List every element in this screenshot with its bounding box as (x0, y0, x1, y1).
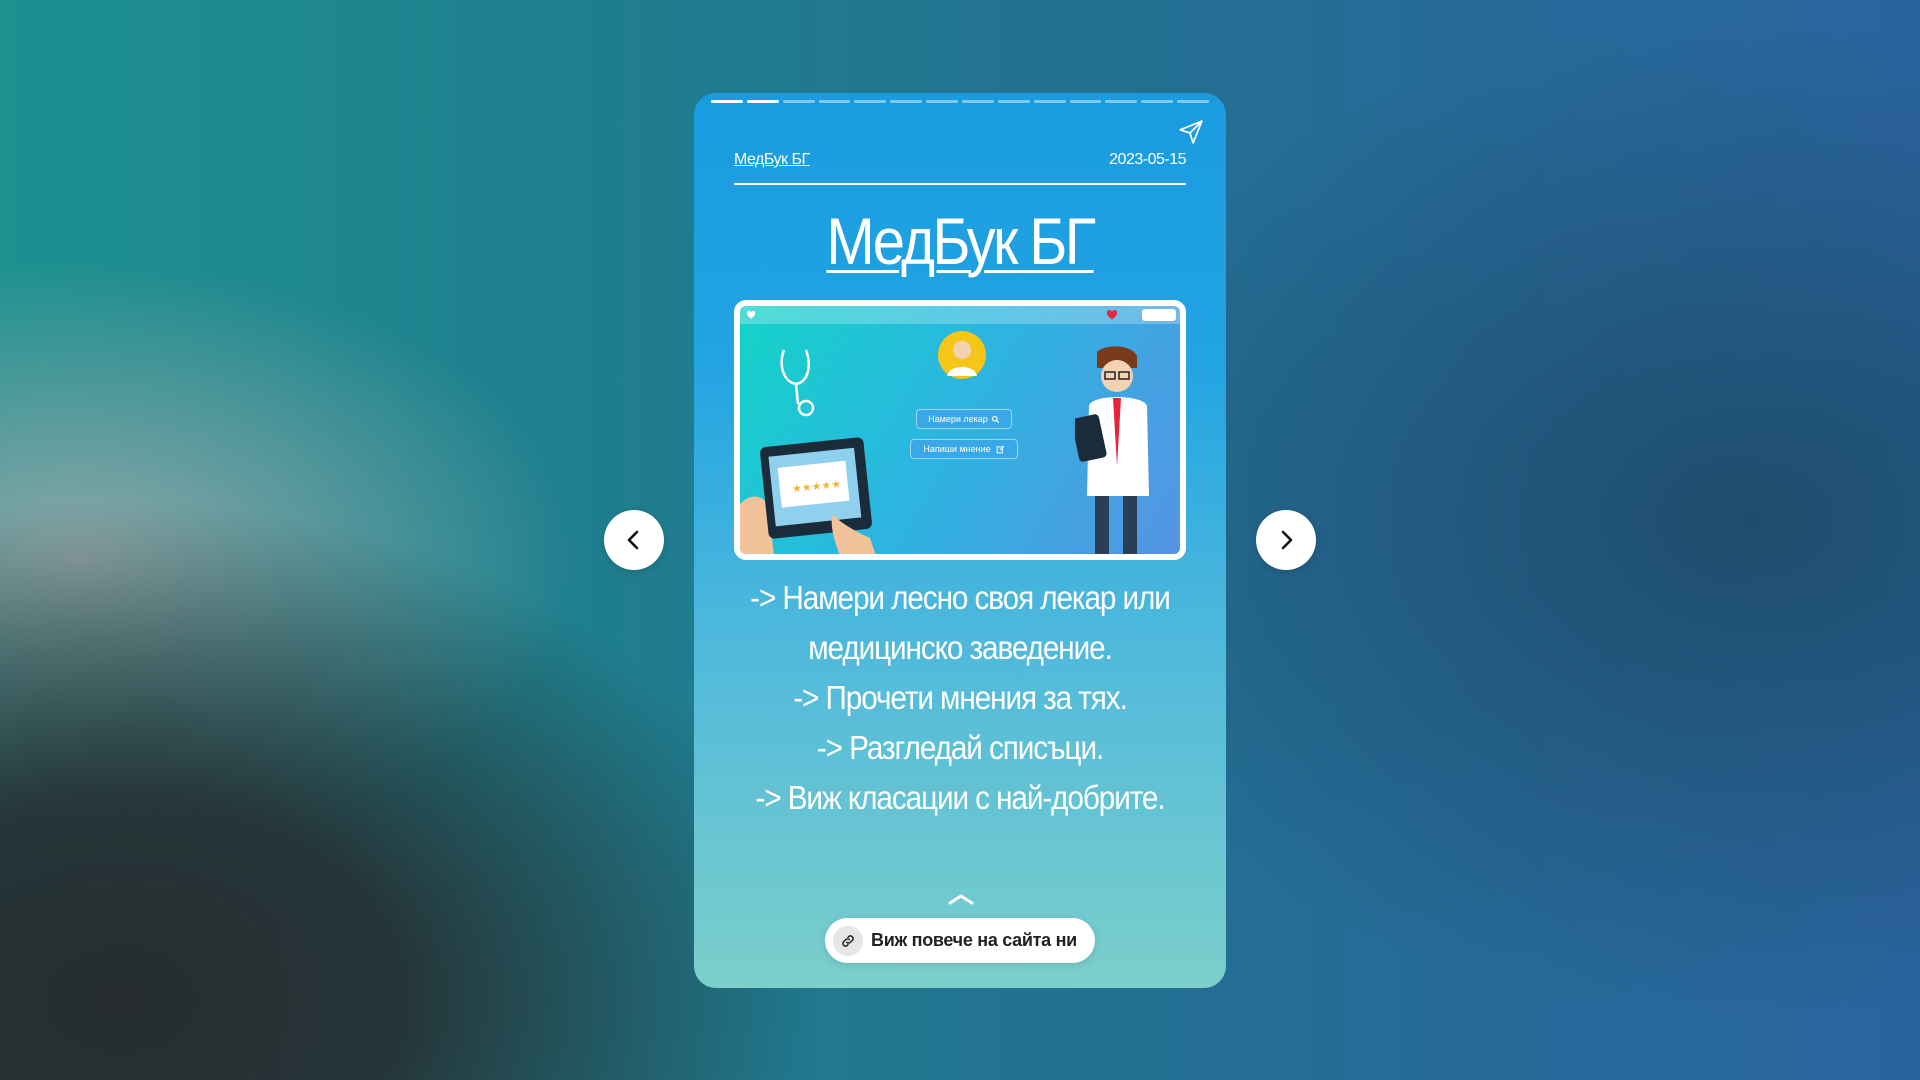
doctor-avatar-icon (938, 331, 986, 379)
write-review-button: Напиши мнение (910, 439, 1018, 459)
progress-segment (1033, 100, 1066, 103)
progress-segment (926, 100, 959, 103)
chevron-up-icon[interactable] (948, 893, 974, 905)
progress-segment (854, 100, 887, 103)
find-doctor-button: Намери лекар (916, 409, 1012, 429)
progress-segment (962, 100, 994, 103)
paper-plane-icon[interactable] (1178, 119, 1204, 145)
story-title[interactable]: МедБук БГ (726, 203, 1194, 279)
edit-icon (996, 445, 1004, 453)
visit-site-button[interactable]: Виж повече на сайта ни (825, 918, 1095, 963)
author-link[interactable]: МедБук БГ (734, 151, 810, 169)
chevron-right-icon (1281, 530, 1293, 550)
story-progress-bar (711, 100, 1210, 103)
hero-image: Намери лекар Напиши мнение ★★★★★ (734, 300, 1186, 560)
progress-segment (1069, 100, 1102, 103)
heart-icon (1106, 309, 1118, 320)
chevron-left-icon (627, 530, 639, 550)
progress-segment (997, 100, 1030, 103)
progress-segment (818, 100, 851, 103)
heart-logo-icon (746, 310, 756, 319)
visit-site-label: Виж повече на сайта ни (871, 930, 1077, 950)
body-line: -> Виж класации с най-добрите. (755, 779, 1165, 816)
next-story-button[interactable] (1256, 510, 1316, 570)
progress-segment (1141, 100, 1174, 103)
progress-segment (746, 100, 779, 103)
doctor-illustration (1075, 346, 1149, 554)
body-line: -> Намери лесно своя лекар или медицинск… (750, 579, 1171, 666)
progress-segment (1177, 100, 1210, 103)
previous-story-button[interactable] (604, 510, 664, 570)
body-line: -> Прочети мнения за тях. (793, 679, 1128, 716)
publish-date: 2023-05-15 (1109, 151, 1186, 168)
link-icon (833, 925, 863, 956)
progress-segment (1105, 100, 1138, 103)
progress-segment (890, 100, 923, 103)
search-icon (991, 415, 1000, 423)
progress-segment (711, 100, 743, 103)
story-body: -> Намери лесно своя лекар или медицинск… (714, 573, 1206, 823)
story-card: МедБук БГ 2023-05-15 МедБук БГ Намери ле… (694, 93, 1226, 988)
stethoscope-icon (780, 349, 815, 417)
story-meta: МедБук БГ 2023-05-15 (734, 145, 1186, 185)
body-line: -> Разгледай списъци. (816, 729, 1104, 766)
tablet-review-illustration: ★★★★★ (740, 437, 876, 554)
progress-segment (782, 100, 815, 103)
find-doctor-label: Намери лекар (928, 414, 988, 424)
write-review-label: Напиши мнение (923, 444, 991, 454)
register-button (1142, 309, 1176, 321)
